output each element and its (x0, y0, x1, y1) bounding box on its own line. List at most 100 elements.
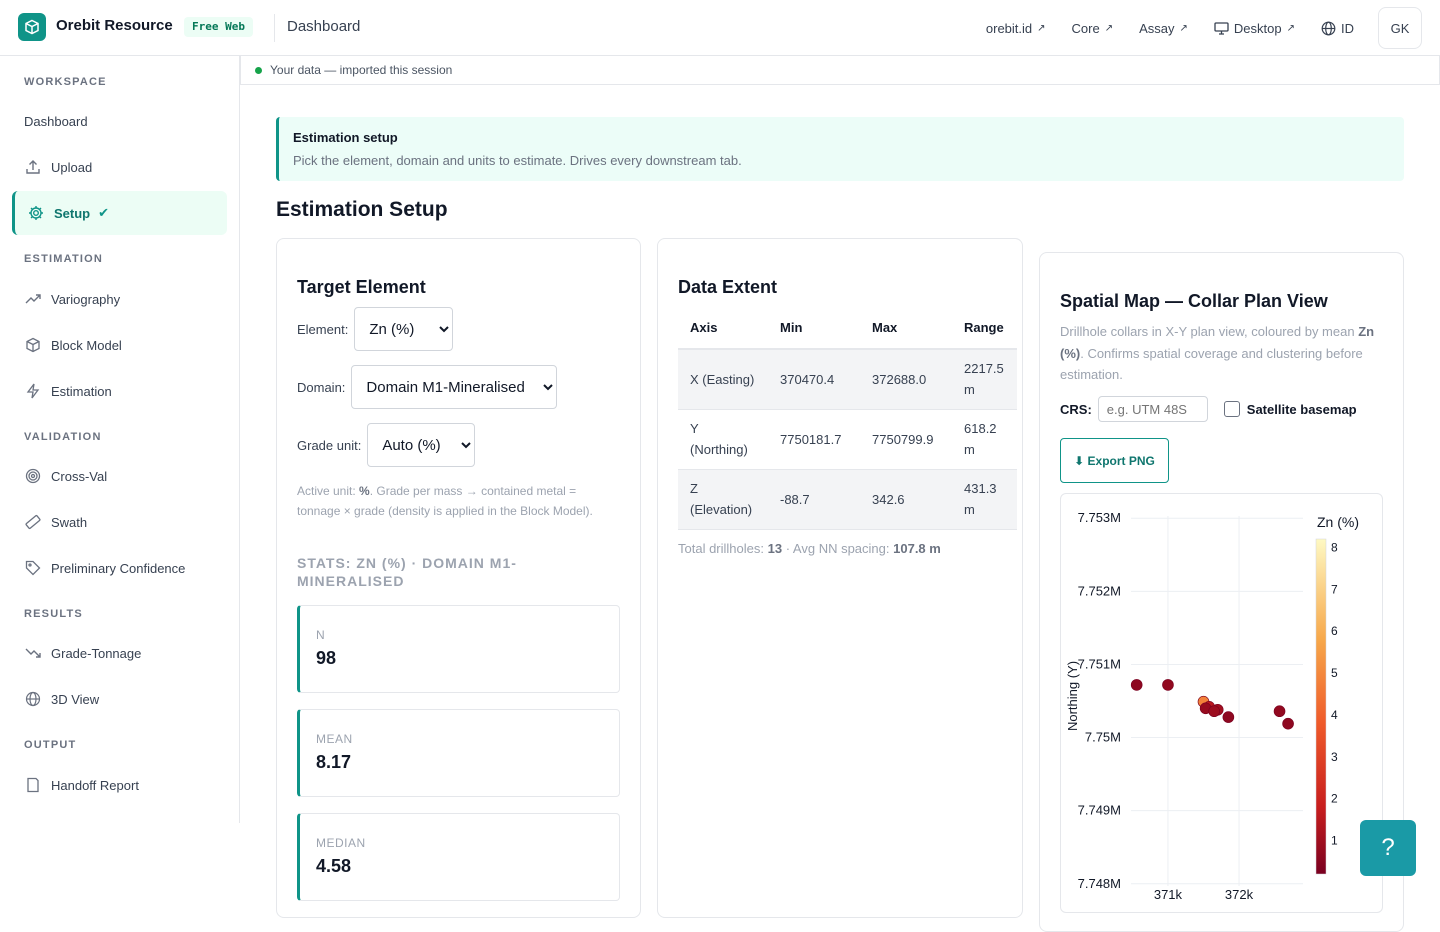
trend-up-icon (24, 290, 42, 308)
y-tick-label: 7.749M (1078, 803, 1121, 818)
sidebar: WORKSPACE Dashboard Upload Setup ✔ ESTIM… (0, 56, 240, 823)
sidebar-item-label: Dashboard (24, 113, 88, 129)
collar-point (1273, 705, 1286, 718)
colorbar-tick-label: 3 (1331, 750, 1338, 764)
cell-range: 2217.5 m (952, 349, 1017, 410)
collar-points (1130, 679, 1294, 730)
element-row: Element: Zn (%) (297, 307, 454, 351)
collar-scatter-plot[interactable]: 7.748M7.749M7.75M7.751M7.752M7.753M371k 3… (1061, 494, 1383, 913)
cell-axis: Z (Elevation) (678, 469, 768, 530)
link-core[interactable]: Core ↗ (1072, 21, 1114, 36)
unit-row: Grade unit: Auto (%) (297, 423, 476, 467)
status-dot-icon (255, 66, 262, 74)
y-axis-label: Northing (Y) (1065, 661, 1080, 731)
sidebar-item-setup[interactable]: Setup ✔ (12, 191, 227, 235)
grid-lines (1131, 516, 1303, 886)
help-button[interactable]: ? (1360, 820, 1416, 876)
extent-table: Axis Min Max Range X (Easting) 370470.4 … (678, 307, 1017, 530)
sidebar-item-label: Swath (51, 514, 88, 530)
crs-row: CRS: Satellite basemap (1060, 396, 1357, 422)
card-title: Data Extent (678, 277, 778, 297)
drillhole-count: 13 (767, 541, 783, 556)
stat-label: N (316, 628, 326, 642)
unit-note: Active unit: %. Grade per mass → contain… (297, 481, 607, 521)
colorbar-tick-label: 6 (1331, 624, 1338, 638)
element-label: Element: (297, 321, 349, 337)
sidebar-item-grade-tonnage[interactable]: Grade-Tonnage (12, 631, 227, 675)
column-header: Max (860, 307, 952, 350)
export-png-button[interactable]: ⬇ Export PNG (1060, 438, 1169, 483)
sidebar-item-cross-val[interactable]: Cross-Val (12, 454, 227, 498)
cell-min: 370470.4 (768, 349, 860, 410)
colorbar-tick-label: 1 (1331, 834, 1338, 848)
sidebar-item-label: Handoff Report (51, 777, 139, 793)
language-switch[interactable]: ID (1321, 21, 1354, 36)
collar-point (1222, 711, 1235, 723)
unit-select[interactable]: Auto (%) (367, 423, 476, 467)
top-bar: Orebit Resource Free Web Dashboard orebi… (0, 0, 1440, 56)
colorbar-title: Zn (%) (1317, 514, 1359, 530)
colorbar-tick-label: 4 (1331, 708, 1338, 722)
external-link-icon: ↗ (1037, 22, 1046, 34)
stat-card-median: MEDIAN 4.58 (297, 813, 620, 901)
sidebar-item-label: 3D View (51, 691, 100, 707)
sidebar-item-estimation[interactable]: Estimation (12, 369, 227, 413)
domain-select[interactable]: Domain M1-Mineralised (351, 365, 558, 409)
cell-range: 618.2 m (952, 409, 1017, 470)
cube-icon (24, 336, 42, 354)
app-logo[interactable] (18, 13, 46, 41)
sidebar-item-label: Block Model (51, 337, 122, 353)
cube-icon (25, 19, 39, 35)
extent-summary: Total drillholes: 13 · Avg NN spacing: 1… (678, 541, 941, 556)
stat-label: MEAN (316, 732, 353, 746)
column-header: Range (952, 307, 1017, 350)
stat-value: 4.58 (316, 856, 352, 876)
sidebar-item-upload[interactable]: Upload (12, 145, 227, 189)
sidebar-item-block-model[interactable]: Block Model (12, 323, 227, 367)
collar-point (1208, 705, 1220, 718)
sidebar-item-swath[interactable]: Swath (12, 500, 227, 544)
cell-axis: Y (Northing) (678, 409, 768, 470)
link-desktop[interactable]: Desktop ↗ (1214, 21, 1295, 36)
desc-text: Drillhole collars in X-Y plan view, colo… (1060, 324, 1359, 339)
note-unit: % (359, 484, 370, 498)
colorbar-tick-label: 5 (1331, 666, 1338, 680)
stats-heading: STATS: ZN (%) · DOMAIN M1-MINERALISED (297, 555, 517, 589)
unit-label: Grade unit: (297, 437, 362, 453)
stat-card-mean: MEAN 8.17 (297, 709, 620, 797)
info-title: Estimation setup (293, 130, 398, 145)
upload-icon (24, 158, 42, 176)
collar-point (1282, 717, 1294, 730)
lightning-icon (24, 382, 42, 400)
crs-input[interactable] (1097, 396, 1208, 422)
link-label: Assay (1139, 20, 1175, 36)
satellite-basemap-label: Satellite basemap (1246, 401, 1357, 417)
sidebar-item-variography[interactable]: Variography (12, 277, 227, 321)
data-status-bar: Your data — imported this session (240, 56, 1440, 85)
collar-point (1130, 679, 1143, 691)
user-avatar[interactable]: GK (1378, 7, 1422, 49)
section-estimation: ESTIMATION (24, 253, 104, 265)
ruler-icon (24, 513, 42, 531)
section-output: OUTPUT (24, 739, 77, 751)
document-icon (24, 776, 42, 794)
nn-spacing: 107.8 m (893, 541, 941, 556)
collar-point (1162, 679, 1174, 691)
external-link-icon: ↗ (1104, 22, 1114, 34)
element-select[interactable]: Zn (%) (354, 307, 454, 351)
plan-badge: Free Web (184, 17, 253, 37)
crs-label: CRS: (1060, 401, 1092, 417)
y-tick-label: 7.748M (1078, 876, 1121, 891)
info-text: Pick the element, domain and units to es… (293, 153, 742, 168)
link-assay[interactable]: Assay ↗ (1139, 21, 1188, 36)
sidebar-item-dashboard[interactable]: Dashboard (12, 99, 227, 143)
satellite-basemap-checkbox[interactable] (1223, 401, 1240, 417)
sidebar-item-preliminary-confidence[interactable]: Preliminary Confidence (12, 546, 227, 590)
column-header: Min (768, 307, 860, 350)
sidebar-item-3d-view[interactable]: 3D View (12, 677, 227, 721)
sidebar-item-label: Cross-Val (51, 468, 108, 484)
link-orebit[interactable]: orebit.id ↗ (986, 21, 1046, 36)
external-link-icon: ↗ (1179, 22, 1188, 34)
sidebar-item-handoff-report[interactable]: Handoff Report (12, 763, 227, 807)
trend-down-icon (24, 644, 42, 662)
